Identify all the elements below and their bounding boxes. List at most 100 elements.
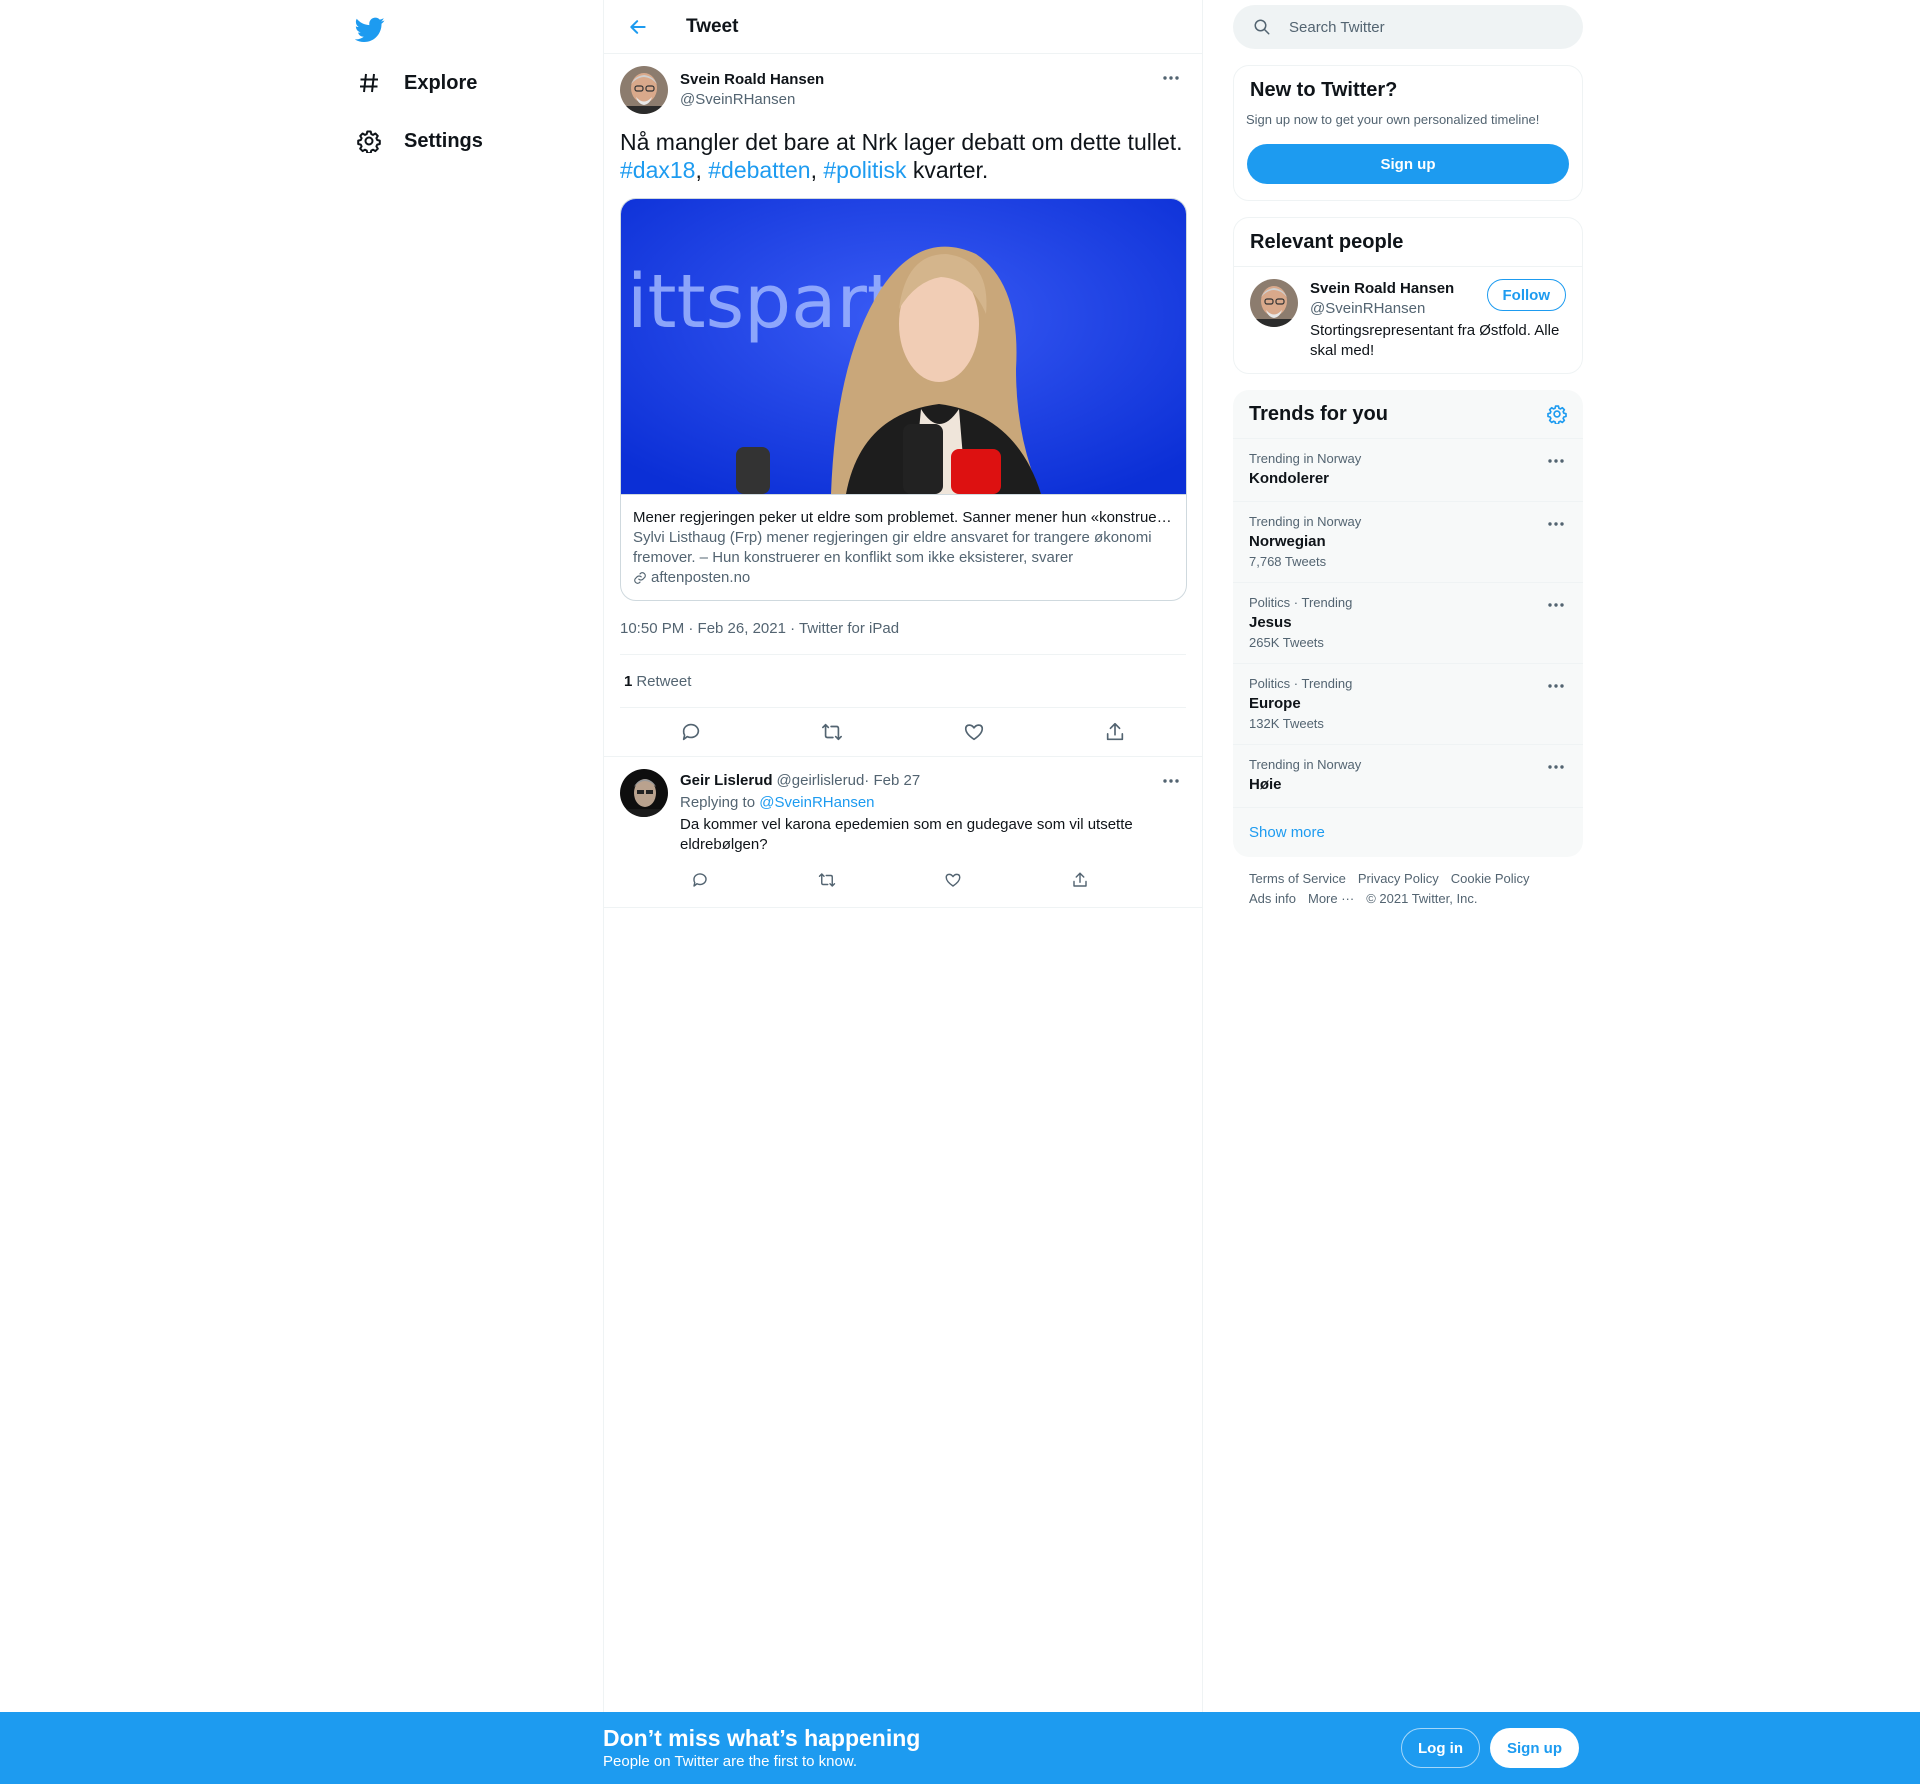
like-button[interactable] xyxy=(933,860,973,900)
retweet-icon xyxy=(818,873,835,887)
hashtag-link[interactable]: #politisk xyxy=(823,157,906,183)
reply-button[interactable] xyxy=(680,860,720,900)
show-more-link[interactable]: Show more xyxy=(1233,808,1583,857)
main-tweet: Svein Roald Hansen @SveinRHansen Nå mang… xyxy=(604,54,1202,756)
search-box[interactable]: Search Twitter xyxy=(1233,5,1583,49)
trend-context: Trending in Norway xyxy=(1249,451,1362,466)
twitter-bird-icon[interactable] xyxy=(350,10,390,50)
retweet-button[interactable] xyxy=(807,860,847,900)
gear-icon[interactable] xyxy=(1547,404,1567,424)
tweet-stats[interactable]: 1 Retweet xyxy=(620,655,1186,708)
nav-explore[interactable]: Explore xyxy=(342,57,489,109)
footer-link[interactable]: Terms of Service xyxy=(1249,869,1346,889)
tweet-separator: , xyxy=(810,157,824,183)
gear-icon xyxy=(354,126,384,156)
avatar[interactable] xyxy=(1250,279,1298,327)
replying-to: Replying to @SveinRHansen xyxy=(680,793,1186,813)
retweet-button[interactable] xyxy=(812,712,852,752)
share-icon xyxy=(1107,722,1124,741)
trend-more-button[interactable] xyxy=(1541,593,1571,617)
search-input[interactable]: Search Twitter xyxy=(1289,19,1385,36)
trend-count: 265K Tweets xyxy=(1249,635,1324,650)
trend-item[interactable]: Politics · Trending Europe 132K Tweets xyxy=(1233,664,1583,745)
avatar[interactable] xyxy=(620,66,668,114)
hashtag-icon xyxy=(354,68,384,98)
trend-item[interactable]: Trending in Norway Høie xyxy=(1233,745,1583,808)
reply-date[interactable]: · Feb 27 xyxy=(864,771,920,791)
trend-name: Norwegian xyxy=(1249,533,1326,550)
reply-tweet[interactable]: Geir Lislerud @geirlislerud · Feb 27 Rep… xyxy=(604,756,1202,908)
card-image-text: ittspart xyxy=(627,259,896,345)
main-column: Tweet Svein Roald Hansen @SveinRHansen N… xyxy=(603,0,1203,1784)
author-name[interactable]: Svein Roald Hansen xyxy=(680,70,824,90)
card-domain-text: aftenposten.no xyxy=(651,569,751,586)
like-button[interactable] xyxy=(954,712,994,752)
person-handle[interactable]: @SveinRHansen xyxy=(1310,299,1454,319)
person-bio: Stortingsrepresentant fra Østfold. Alle … xyxy=(1310,322,1560,359)
page-header: Tweet xyxy=(604,0,1202,54)
page-title: Tweet xyxy=(686,15,739,37)
relevant-person[interactable]: Svein Roald Hansen @SveinRHansen Follow … xyxy=(1234,266,1582,373)
trend-name: Kondolerer xyxy=(1249,470,1330,487)
reply-more-button[interactable] xyxy=(1156,769,1186,793)
new-to-twitter-title: New to Twitter? xyxy=(1250,79,1398,101)
tweet-timestamp[interactable]: 10:50 PM · Feb 26, 2021 · Twitter for iP… xyxy=(620,619,1186,655)
replying-prefix: Replying to xyxy=(680,794,760,811)
person-name[interactable]: Svein Roald Hansen xyxy=(1310,279,1454,299)
footer-link[interactable]: Cookie Policy xyxy=(1451,869,1530,889)
trend-context: Politics · Trending xyxy=(1249,676,1353,691)
trend-context: Trending in Norway xyxy=(1249,514,1362,529)
reply-actions xyxy=(680,863,1100,897)
back-button[interactable] xyxy=(620,9,656,45)
new-to-twitter-box: New to Twitter? Sign up now to get your … xyxy=(1233,65,1583,201)
trends-box: Trends for you Trending in Norway Kondol… xyxy=(1233,390,1583,857)
reply-author-name[interactable]: Geir Lislerud xyxy=(680,771,773,791)
trend-count: 7,768 Tweets xyxy=(1249,554,1327,569)
follow-button[interactable]: Follow xyxy=(1486,279,1566,311)
heart-icon xyxy=(964,724,983,741)
hashtag-link[interactable]: #debatten xyxy=(708,157,810,183)
tweet-text-end: kvarter. xyxy=(906,157,989,183)
sign-up-button[interactable]: Sign up xyxy=(1490,1728,1579,1768)
trend-more-button[interactable] xyxy=(1541,512,1571,536)
share-icon xyxy=(1073,872,1087,887)
reply-icon xyxy=(682,723,699,741)
nav-settings-label: Settings xyxy=(404,129,483,152)
trend-context: Trending in Norway xyxy=(1249,757,1362,772)
trend-name: Europe xyxy=(1249,695,1301,712)
trend-more-button[interactable] xyxy=(1541,449,1571,473)
link-card[interactable]: ittspart Mener regjeringen peker ut eldr… xyxy=(620,198,1187,601)
nav-explore-label: Explore xyxy=(404,71,478,94)
trend-context: Politics · Trending xyxy=(1249,595,1353,610)
reply-button[interactable] xyxy=(671,712,711,752)
footer-link[interactable]: Privacy Policy xyxy=(1358,869,1439,889)
card-image: ittspart xyxy=(621,199,1186,494)
card-domain: aftenposten.no xyxy=(633,568,1174,588)
search-icon xyxy=(1254,19,1270,35)
trend-item[interactable]: Trending in Norway Kondolerer xyxy=(1233,439,1583,502)
retweet-label: Retweet xyxy=(636,672,692,690)
trend-item[interactable]: Trending in Norway Norwegian 7,768 Tweet… xyxy=(1233,502,1583,583)
footer-link[interactable]: Ads info xyxy=(1249,889,1296,909)
share-button[interactable] xyxy=(1060,860,1100,900)
arrow-left-icon xyxy=(630,19,646,34)
author-handle[interactable]: @SveinRHansen xyxy=(680,90,824,110)
footer-link[interactable]: More ··· xyxy=(1308,889,1354,909)
trend-item[interactable]: Politics · Trending Jesus 265K Tweets xyxy=(1233,583,1583,664)
trend-more-button[interactable] xyxy=(1541,755,1571,779)
card-title: Mener regjeringen peker ut eldre som pro… xyxy=(633,509,1174,526)
log-in-button[interactable]: Log in xyxy=(1401,1728,1480,1768)
share-button[interactable] xyxy=(1095,712,1135,752)
hashtag-link[interactable]: #dax18 xyxy=(620,157,695,183)
trend-more-button[interactable] xyxy=(1541,674,1571,698)
more-dots-icon xyxy=(1548,522,1564,526)
more-options-button[interactable] xyxy=(1156,66,1186,90)
avatar[interactable] xyxy=(620,769,668,817)
sign-up-button[interactable]: Sign up xyxy=(1247,144,1569,184)
trend-count: 132K Tweets xyxy=(1249,716,1324,731)
replying-to-link[interactable]: @SveinRHansen xyxy=(759,794,874,811)
reply-author-handle[interactable]: @geirlislerud xyxy=(777,771,865,791)
nav-settings[interactable]: Settings xyxy=(342,115,495,167)
bottom-signup-bar: Don’t miss what’s happening People on Tw… xyxy=(0,1712,1920,1784)
trend-name: Jesus xyxy=(1249,614,1292,631)
